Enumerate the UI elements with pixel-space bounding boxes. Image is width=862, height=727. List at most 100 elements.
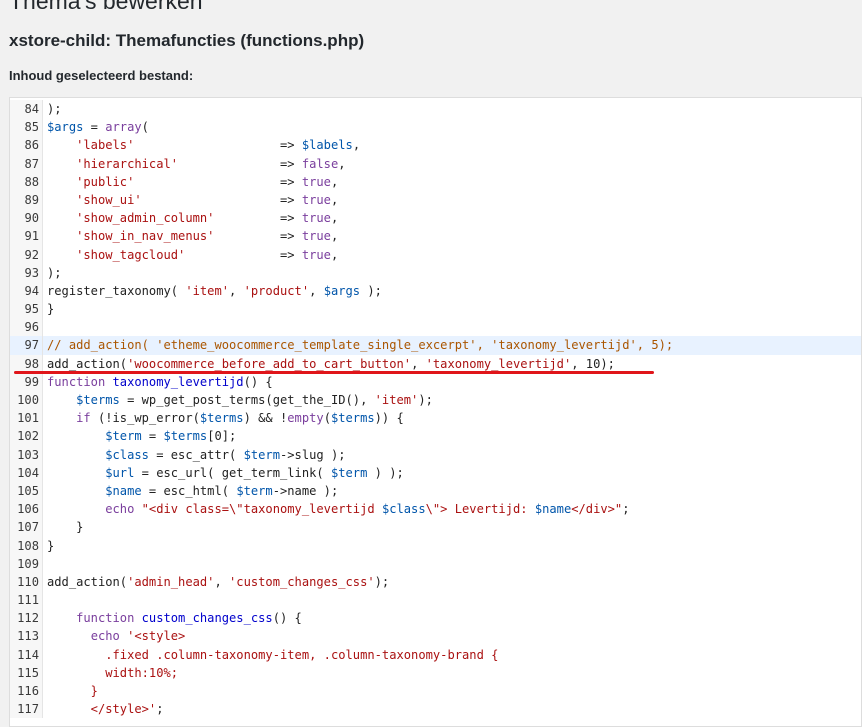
code-token: 'product' bbox=[243, 283, 310, 298]
code-token: .fixed .column-taxonomy-item, .column-ta… bbox=[47, 647, 499, 662]
code-token: ->name ); bbox=[272, 483, 339, 498]
line-number: 99 bbox=[24, 374, 39, 389]
code-text: } bbox=[47, 518, 83, 536]
code-line[interactable]: 96 bbox=[10, 318, 861, 337]
line-number: 100 bbox=[17, 393, 39, 407]
code-token: => bbox=[134, 174, 302, 189]
code-token: $args bbox=[323, 283, 361, 298]
code-token: , bbox=[330, 211, 339, 226]
code-token: function bbox=[47, 374, 106, 389]
code-token: ) ); bbox=[367, 465, 404, 480]
code-token: echo bbox=[90, 629, 120, 644]
code-line[interactable]: 111 bbox=[10, 591, 861, 610]
code-text: } bbox=[47, 682, 98, 700]
code-line[interactable]: 105 $name = esc_html( $term->name ); bbox=[10, 481, 861, 501]
line-number: 104 bbox=[17, 465, 39, 480]
code-token: } bbox=[47, 538, 55, 553]
code-token: = esc_html( bbox=[141, 483, 237, 498]
code-token: ->slug ); bbox=[280, 447, 346, 462]
code-token: true bbox=[301, 229, 331, 244]
code-token: , bbox=[229, 283, 244, 298]
code-line[interactable]: 115 width:10%; bbox=[10, 663, 861, 682]
code-line[interactable]: 84); bbox=[10, 100, 861, 119]
code-token: 'item' bbox=[374, 393, 419, 407]
code-token: = bbox=[83, 120, 106, 135]
code-text: ); bbox=[47, 264, 62, 282]
code-token: )) { bbox=[374, 411, 404, 426]
code-line[interactable]: 90 'show_admin_column' => true, bbox=[10, 209, 861, 228]
code-line[interactable]: 91 'show_in_nav_menus' => true, bbox=[10, 227, 861, 246]
code-token: , bbox=[330, 229, 339, 244]
code-line[interactable]: 93); bbox=[10, 263, 861, 282]
code-line[interactable]: 108} bbox=[10, 536, 861, 555]
line-number: 94 bbox=[24, 283, 39, 298]
code-token: => bbox=[214, 229, 302, 244]
code-token: register_taxonomy( bbox=[47, 283, 186, 298]
code-line[interactable]: 97 // add_action( 'etheme_woocommerce_tem… bbox=[10, 336, 861, 355]
code-token: , bbox=[352, 138, 361, 153]
code-token: , bbox=[330, 174, 339, 189]
code-token: , bbox=[411, 356, 426, 371]
code-token: ) && ! bbox=[243, 411, 288, 426]
code-line[interactable]: 117 </style>'; bbox=[10, 700, 861, 719]
code-line[interactable]: 109 bbox=[10, 554, 861, 573]
code-line[interactable]: 110 add_action('admin_head', 'custom_chan… bbox=[10, 572, 861, 592]
code-text: add_action('admin_head', 'custom_changes… bbox=[47, 573, 389, 591]
code-token: ); bbox=[360, 283, 382, 298]
code-line[interactable]: 86 'labels' => $labels, bbox=[10, 136, 861, 155]
line-number: 85 bbox=[24, 120, 39, 135]
code-text: $terms = wp_get_post_terms(get_the_ID(),… bbox=[47, 391, 433, 409]
code-text: 'labels' => $labels, bbox=[47, 136, 360, 154]
code-token: "<div class=\"taxonomy_levertijd bbox=[141, 502, 382, 517]
code-line[interactable]: 100 $terms = wp_get_post_terms(get_the_I… bbox=[10, 391, 861, 410]
code-line[interactable]: 116 } bbox=[10, 682, 861, 701]
code-token: $terms bbox=[199, 411, 244, 426]
code-token: true bbox=[301, 192, 331, 207]
code-token: custom_changes_css bbox=[141, 611, 273, 626]
code-line[interactable]: 102 $term = $terms[0]; bbox=[10, 427, 861, 446]
code-token: , 10); bbox=[571, 356, 615, 371]
line-number: 88 bbox=[24, 174, 39, 189]
line-number: 103 bbox=[17, 447, 39, 462]
code-line[interactable]: 87 'hierarchical' => false, bbox=[10, 154, 861, 173]
line-number: 113 bbox=[17, 629, 39, 644]
code-line[interactable]: 85 $args = array( bbox=[10, 118, 861, 137]
code-line[interactable]: 95} bbox=[10, 300, 861, 319]
code-token: add_action( bbox=[47, 356, 128, 371]
code-text: echo "<div class=\"taxonomy_levertijd $c… bbox=[47, 500, 629, 518]
code-token: $terms bbox=[330, 411, 375, 426]
code-text: $url = esc_url( get_term_link( $term ) )… bbox=[47, 464, 404, 482]
code-token: </style>' bbox=[47, 702, 157, 717]
code-token: (!is_wp_error( bbox=[90, 411, 200, 426]
code-line[interactable]: 101 if (!is_wp_error($terms) && !empty($… bbox=[10, 409, 861, 428]
code-line[interactable]: 107 } bbox=[10, 518, 861, 537]
code-text: 'hierarchical' => false, bbox=[47, 155, 345, 173]
code-line[interactable]: 106 echo "<div class=\"taxonomy_levertij… bbox=[10, 500, 861, 519]
code-token: [0]; bbox=[207, 429, 237, 444]
red-underline-annotation bbox=[14, 371, 654, 374]
code-line[interactable]: 88 'public' => true, bbox=[10, 172, 861, 191]
code-line[interactable]: 113 echo '<style> bbox=[10, 627, 861, 646]
code-line[interactable]: 104 $url = esc_url( get_term_link( $term… bbox=[10, 463, 861, 482]
code-line[interactable]: 92 'show_tagcloud' => true, bbox=[10, 245, 861, 264]
code-token: ); bbox=[374, 574, 390, 589]
code-token: array bbox=[105, 120, 142, 135]
code-line[interactable]: 114 .fixed .column-taxonomy-item, .colum… bbox=[10, 645, 861, 664]
code-token: => bbox=[185, 247, 302, 262]
line-number: 102 bbox=[17, 429, 39, 444]
code-line[interactable]: 103 $class = esc_attr( $term->slug ); bbox=[10, 445, 861, 464]
code-token: } bbox=[47, 302, 55, 317]
line-number: 96 bbox=[24, 320, 39, 335]
code-line[interactable]: 89 'show_ui' => true, bbox=[10, 190, 861, 210]
line-number: 86 bbox=[24, 138, 39, 153]
line-number: 95 bbox=[24, 302, 39, 317]
code-line[interactable]: 112 function custom_changes_css() { bbox=[10, 609, 861, 628]
code-token: 'custom_changes_css' bbox=[229, 574, 375, 589]
code-editor[interactable]: 84); 85 $args = array(86 'labels' => $labe… bbox=[9, 97, 862, 727]
code-line[interactable]: 99 function taxonomy_levertijd() { bbox=[10, 372, 861, 391]
code-line[interactable]: 94 register_taxonomy( 'item', 'product', … bbox=[10, 281, 861, 301]
